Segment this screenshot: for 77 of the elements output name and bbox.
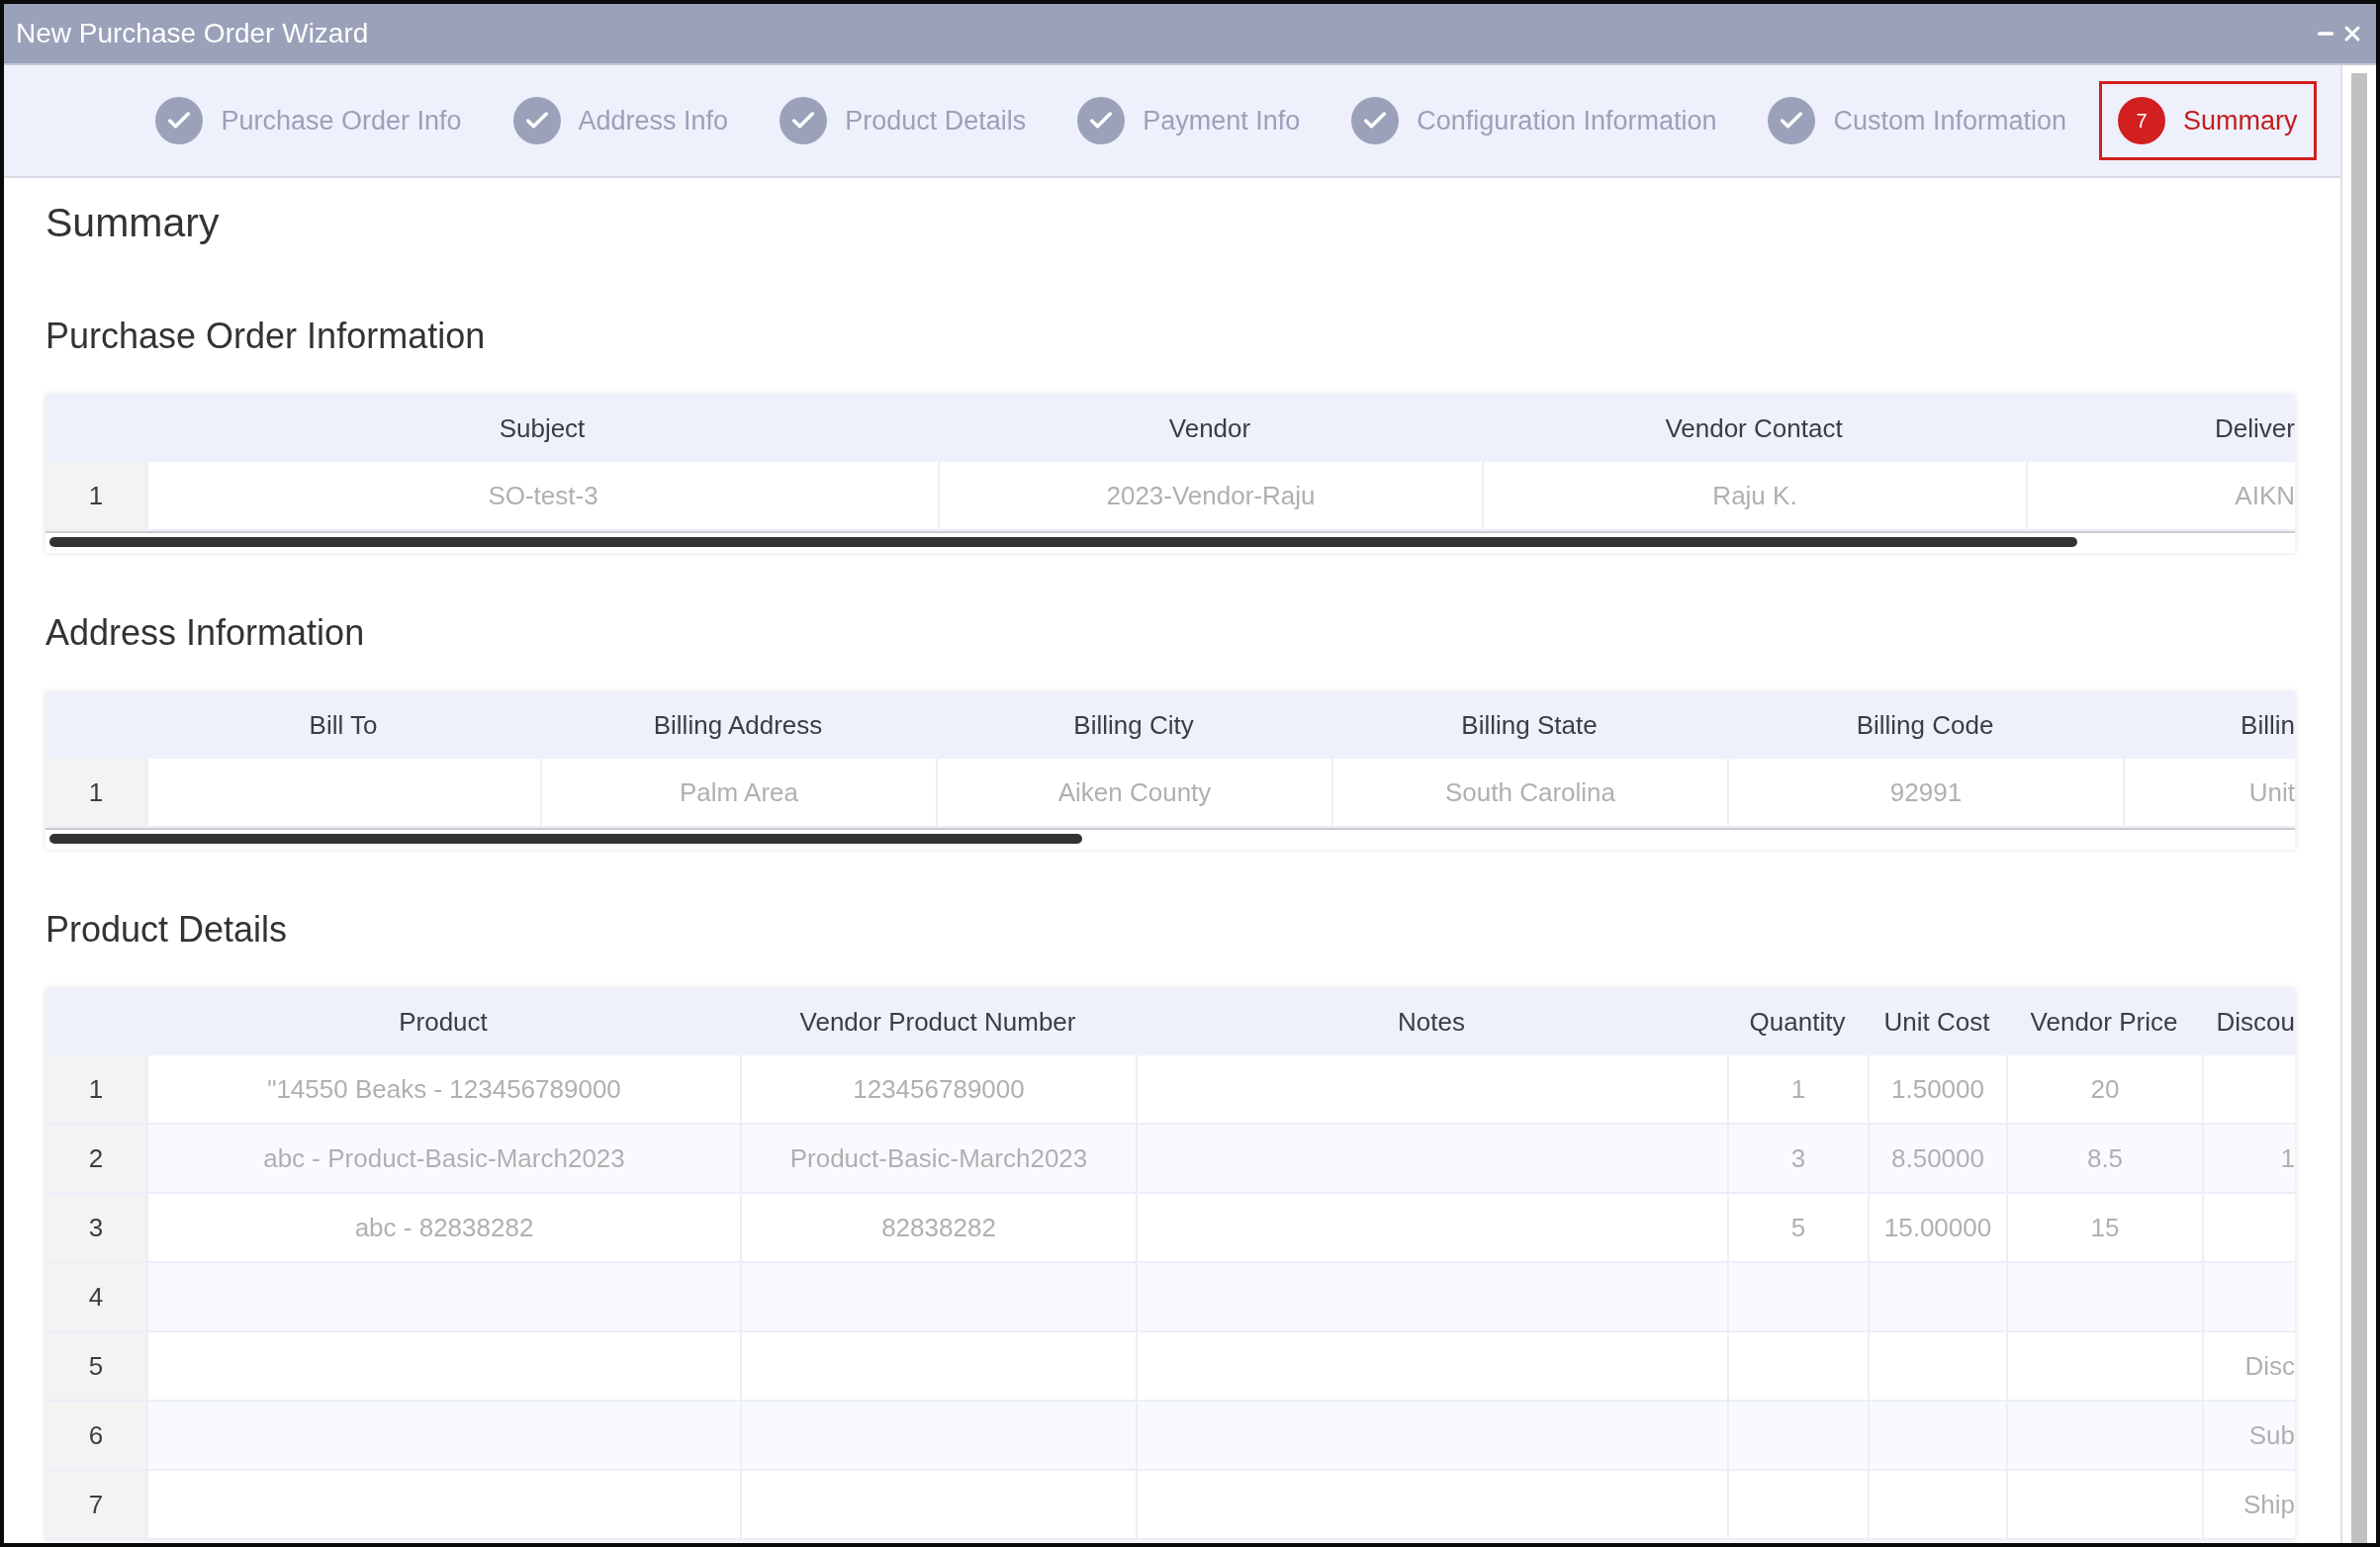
table-cell: 8.5 — [2006, 1125, 2202, 1192]
step-label: Custom Information — [1833, 105, 2067, 136]
step-label: Purchase Order Info — [221, 105, 462, 136]
table-cell: SO-test-3 — [146, 462, 938, 529]
table-cell: abc - Product-Basic-March2023 — [146, 1125, 740, 1192]
row-number: 5 — [46, 1332, 146, 1400]
row-number: 3 — [46, 1194, 146, 1261]
table-cell: Palm Area — [540, 759, 936, 826]
table-cell: South Carolina — [1331, 759, 1727, 826]
column-header: Discou — [2215, 1005, 2295, 1039]
step-label: Product Details — [845, 105, 1027, 136]
table-cell: abc - 82838282 — [146, 1194, 740, 1261]
section-title: Product Details — [46, 909, 289, 951]
table-cell: 1 — [2202, 1125, 2295, 1192]
column-header: Vendor — [1167, 411, 1252, 445]
table-cell: "14550 Beaks - 123456789000 — [146, 1055, 740, 1123]
section-title: Address Information — [46, 612, 366, 654]
table-cell: 2023-Vendor-Raju — [938, 462, 1482, 529]
wizard-step[interactable]: Product Details — [761, 81, 1046, 160]
table-cell: 20 — [2006, 1055, 2202, 1123]
row-number: 1 — [46, 1055, 146, 1123]
column-header: Deliver — [2214, 411, 2295, 445]
row-number: 7 — [46, 1471, 146, 1538]
table-cell: 15 — [2006, 1194, 2202, 1261]
table-cell: 1.50000 — [1868, 1055, 2006, 1123]
table-cell: Ship — [2202, 1471, 2295, 1538]
scrollbar-thumb[interactable] — [2351, 73, 2367, 1543]
step-label: Address Info — [578, 105, 729, 136]
wizard-step[interactable]: Payment Info — [1058, 81, 1320, 160]
column-header: Billin — [2240, 708, 2295, 742]
column-header: Vendor Contact — [1664, 411, 1844, 445]
wizard-step[interactable]: Custom Information — [1749, 81, 2086, 160]
column-header: Billing Address — [652, 708, 824, 742]
column-header: Billing State — [1460, 708, 1599, 742]
column-header: Billing City — [1072, 708, 1195, 742]
table-cell: Unit — [2123, 759, 2295, 826]
table-cell: AIKN — [2026, 462, 2295, 529]
wizard-step[interactable]: Address Info — [494, 81, 748, 160]
page-title: Summary — [46, 200, 221, 246]
column-header: Vendor Product Number — [798, 1005, 1077, 1039]
table-cell: 123456789000 — [740, 1055, 1136, 1123]
row-number: 2 — [46, 1125, 146, 1192]
table-cell: 82838282 — [740, 1194, 1136, 1261]
column-header: Quantity — [1748, 1005, 1847, 1039]
table-cell: Product-Basic-March2023 — [740, 1125, 1136, 1192]
table-cell: Aiken County — [936, 759, 1331, 826]
step-label: Summary — [2183, 105, 2298, 136]
column-header: Subject — [498, 411, 587, 445]
row-number: 1 — [46, 462, 146, 529]
row-number: 6 — [46, 1402, 146, 1469]
table-cell: 92991 — [1727, 759, 2123, 826]
table-cell: 8.50000 — [1868, 1125, 2006, 1192]
wizard-step[interactable]: Configuration Information — [1332, 81, 1736, 160]
step-number: 7 — [2118, 97, 2166, 144]
step-label: Payment Info — [1143, 105, 1301, 136]
wizard-step[interactable]: 7 Summary — [2099, 81, 2317, 160]
table-cell: 15.00000 — [1868, 1194, 2006, 1261]
column-header: Vendor Price — [2029, 1005, 2179, 1039]
table-cell: Raju K. — [1482, 462, 2026, 529]
column-header: Unit Cost — [1882, 1005, 1991, 1039]
row-number: 1 — [46, 759, 146, 826]
scrollbar-thumb[interactable] — [49, 834, 1082, 844]
scrollbar-thumb[interactable] — [49, 537, 2077, 547]
table-cell: 5 — [1727, 1194, 1868, 1261]
column-header: Product — [398, 1005, 489, 1039]
section-title: Purchase Order Information — [46, 316, 487, 357]
column-header: Bill To — [308, 708, 379, 742]
window-title: New Purchase Order Wizard — [16, 18, 369, 49]
wizard-step[interactable]: Purchase Order Info — [137, 81, 481, 160]
table-cell: Disc — [2202, 1332, 2295, 1400]
table-cell: 1 — [1727, 1055, 1868, 1123]
column-header: Billing Code — [1855, 708, 1995, 742]
table-cell: 3 — [1727, 1125, 1868, 1192]
table-cell: Sub — [2202, 1402, 2295, 1469]
row-number: 4 — [46, 1263, 146, 1330]
step-label: Configuration Information — [1417, 105, 1717, 136]
column-header: Notes — [1397, 1005, 1466, 1039]
